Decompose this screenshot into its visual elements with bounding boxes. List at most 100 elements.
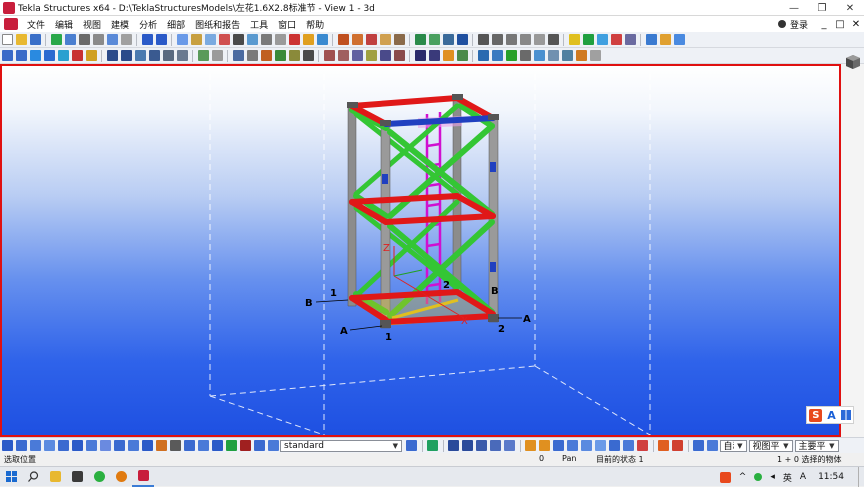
mirror-icon[interactable]: [351, 50, 363, 61]
select-pour-icon[interactable]: [267, 440, 279, 451]
clip-plane-icon[interactable]: [456, 34, 468, 45]
dimension-icon[interactable]: [491, 34, 503, 45]
show-desktop-button[interactable]: [858, 467, 864, 487]
snap-end-point-icon[interactable]: [525, 440, 536, 451]
angle-icon[interactable]: [505, 34, 517, 45]
render-options-icon[interactable]: [477, 50, 489, 61]
detail-icon[interactable]: [596, 34, 608, 45]
properties-icon[interactable]: [106, 34, 118, 45]
lock-icon[interactable]: [92, 34, 104, 45]
select-assembly-icon[interactable]: [155, 440, 167, 451]
menu-modeling[interactable]: 建模: [106, 18, 134, 31]
snap-depth-dropdown[interactable]: 自动 ▼: [719, 439, 747, 452]
snap-icon[interactable]: [232, 50, 244, 61]
point-icon[interactable]: [547, 34, 559, 45]
select-cuts-icon[interactable]: [43, 440, 55, 451]
add-point-icon[interactable]: [246, 50, 258, 61]
select-bolts-icon[interactable]: [113, 440, 125, 451]
component-icon[interactable]: [568, 34, 580, 45]
create-view-icon[interactable]: [414, 34, 426, 45]
twin-profile-icon[interactable]: [57, 50, 69, 61]
taskbar-search-app[interactable]: [110, 467, 132, 487]
wechat-tray-icon[interactable]: [754, 473, 763, 481]
menu-analysis[interactable]: 分析: [134, 18, 162, 31]
rotate-icon[interactable]: [533, 34, 545, 45]
grid-line-icon[interactable]: [197, 50, 209, 61]
menu-edit[interactable]: 编辑: [50, 18, 78, 31]
minimize-button[interactable]: —: [780, 0, 808, 16]
login-button[interactable]: 登录: [790, 18, 808, 31]
select-drawing-icon[interactable]: [197, 440, 209, 451]
clash-check-icon[interactable]: [610, 34, 622, 45]
ime-menu-icon[interactable]: [840, 410, 851, 420]
ime-toolbar[interactable]: S A: [806, 406, 854, 424]
select-welds-icon[interactable]: [71, 440, 83, 451]
print-icon[interactable]: [64, 34, 76, 45]
select-red-icon[interactable]: [239, 440, 251, 451]
filter-icon[interactable]: [456, 50, 468, 61]
steel-column-icon[interactable]: [1, 50, 13, 61]
save-icon[interactable]: [29, 34, 41, 45]
fitting-icon[interactable]: [134, 50, 146, 61]
select-points-icon[interactable]: [99, 440, 111, 451]
clipboard-icon[interactable]: [316, 34, 328, 45]
undo-icon[interactable]: [141, 34, 153, 45]
binoculars-icon[interactable]: [414, 50, 426, 61]
language-indicator[interactable]: A: [800, 472, 806, 482]
phase-icon[interactable]: [519, 50, 531, 61]
inquire-icon[interactable]: [547, 50, 559, 61]
undo-history-icon[interactable]: [78, 34, 90, 45]
menu-view[interactable]: 视图: [78, 18, 106, 31]
line-cut-icon[interactable]: [106, 50, 118, 61]
navigation-cube-icon[interactable]: [845, 54, 861, 70]
highlight-icon[interactable]: [442, 50, 454, 61]
select-parts-icon[interactable]: [15, 440, 27, 451]
select-objects-icon[interactable]: [169, 440, 181, 451]
rotate-copy-icon[interactable]: [379, 50, 391, 61]
select-components-icon[interactable]: [127, 440, 139, 451]
snap-any-position-icon[interactable]: [609, 440, 620, 451]
plate-icon[interactable]: [365, 34, 377, 45]
ime-indicator[interactable]: 英: [783, 471, 792, 484]
measure-icon[interactable]: [477, 34, 489, 45]
drawing-list-icon[interactable]: [645, 34, 657, 45]
plane-dropdown[interactable]: 视图平面 ▼: [748, 439, 793, 452]
snap-intersection-icon[interactable]: [567, 440, 578, 451]
display-icon[interactable]: [505, 50, 517, 61]
select-rebar-icon[interactable]: [253, 440, 265, 451]
weld-icon[interactable]: [393, 34, 405, 45]
close-button[interactable]: ✕: [836, 0, 864, 16]
menu-window[interactable]: 窗口: [273, 18, 301, 31]
split-icon[interactable]: [162, 50, 174, 61]
menu-help[interactable]: 帮助: [301, 18, 329, 31]
snap-geometry-icon[interactable]: [504, 440, 515, 451]
taskbar-store[interactable]: [66, 467, 88, 487]
select-green-icon[interactable]: [225, 440, 237, 451]
taskbar-clock[interactable]: 11:54: [818, 472, 844, 482]
work-plane-icon[interactable]: [693, 440, 704, 451]
doc-close-button[interactable]: ✕: [848, 19, 864, 30]
tray-overflow-icon[interactable]: ^: [739, 472, 747, 482]
contour-plate-icon[interactable]: [71, 50, 83, 61]
snap-polyline-icon[interactable]: [476, 440, 487, 451]
numbering-icon[interactable]: [624, 34, 636, 45]
work-area-icon[interactable]: [442, 34, 454, 45]
new-model-icon[interactable]: [1, 34, 13, 45]
copy-icon[interactable]: [323, 50, 335, 61]
select-all-icon[interactable]: [1, 440, 13, 451]
select-views-icon[interactable]: [57, 440, 69, 451]
assembly-icon[interactable]: [274, 50, 286, 61]
main-plane-dropdown[interactable]: 主要平面 ▼: [794, 439, 839, 452]
arc-icon[interactable]: [519, 34, 531, 45]
chamfer-icon[interactable]: [148, 50, 160, 61]
sogou-tray-icon[interactable]: [719, 471, 731, 483]
curved-beam-icon[interactable]: [43, 50, 55, 61]
view-list-icon[interactable]: [260, 34, 272, 45]
snap-extension-icon[interactable]: [595, 440, 606, 451]
windows-start-button[interactable]: [0, 467, 22, 487]
snap-edge-icon[interactable]: [462, 440, 473, 451]
model-list-icon[interactable]: [176, 34, 188, 45]
model-view-3d[interactable]: Z X B 1 A 1 2 B 2 A: [0, 64, 841, 437]
surface-icon[interactable]: [302, 50, 314, 61]
view-plane-icon[interactable]: [428, 34, 440, 45]
